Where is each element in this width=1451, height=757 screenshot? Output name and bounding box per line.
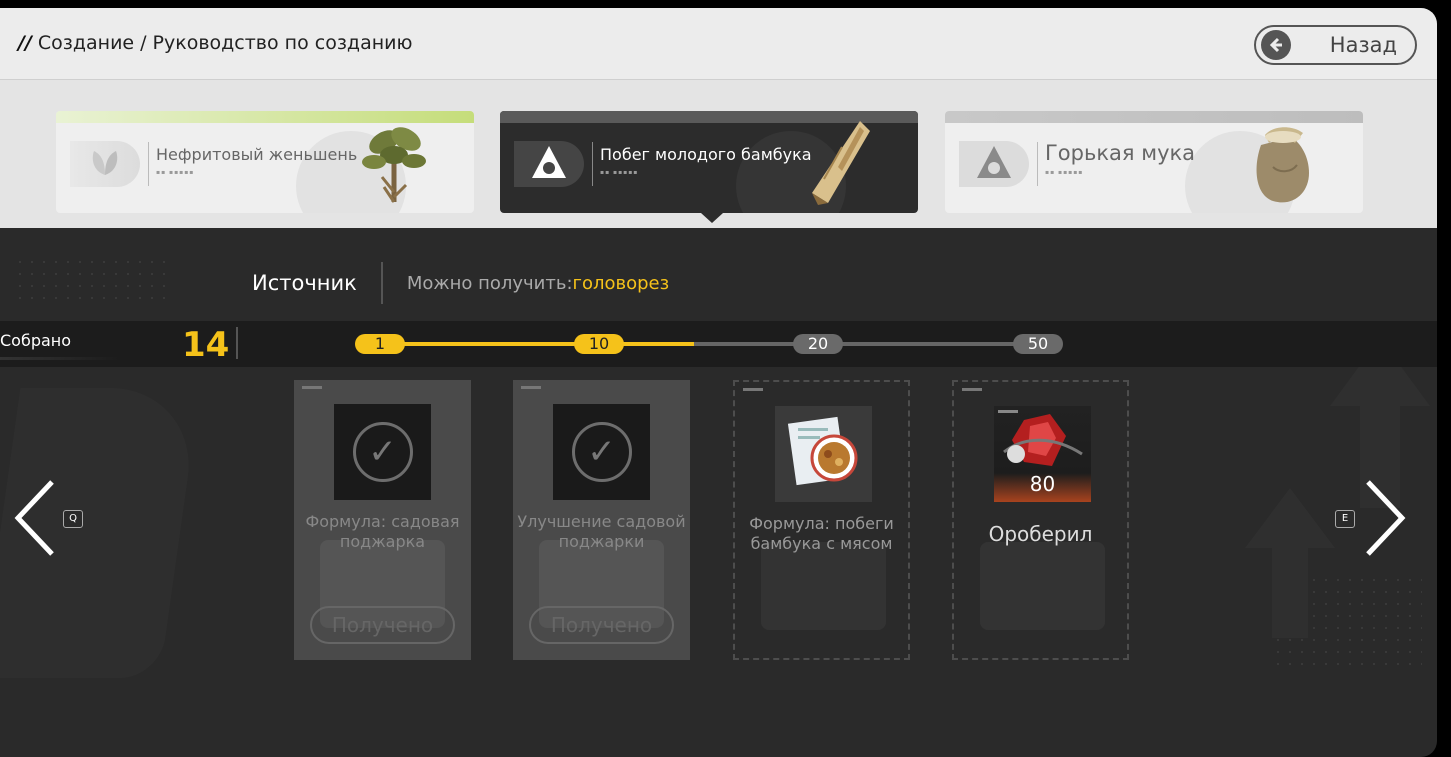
breadcrumb-section[interactable]: Создание xyxy=(38,32,134,54)
collection-progress-bar: Собрано 14 1 10 20 50 xyxy=(0,321,1437,367)
ingredient-type-badge xyxy=(959,141,1029,187)
leaf-icon xyxy=(88,147,122,181)
source-prefix: Можно получить: xyxy=(406,272,573,294)
back-button[interactable]: Назад xyxy=(1254,25,1417,65)
crafting-guide-panel: // Создание / Руководство по созданию На… xyxy=(0,8,1437,757)
recipe-thumbnail: ✓ xyxy=(334,404,431,500)
reward-tag xyxy=(521,386,541,389)
jade-ginseng-image xyxy=(354,117,434,207)
reward-title: Формула: садовая поджарка xyxy=(305,512,460,551)
reward-card[interactable]: ✓ Улучшение садовой поджарки Получено xyxy=(513,380,690,660)
recipe-scroll-icon xyxy=(787,416,857,486)
collected-underline xyxy=(0,357,120,360)
collected-count: 14 xyxy=(182,325,230,365)
back-arrow-icon xyxy=(1261,30,1291,60)
reward-amount: 80 xyxy=(1029,472,1056,496)
bamboo-shoot-image xyxy=(798,117,878,207)
reward-status-button[interactable]: Получено xyxy=(310,606,455,644)
milestone-marker: 50 xyxy=(1013,334,1063,354)
checkmark-icon: ✓ xyxy=(352,422,413,482)
ingredient-card-jade-ginseng[interactable]: Нефритовый женьшень ▪▪ ▪▪▪▪▪ xyxy=(56,111,474,213)
reward-title: Ороберил xyxy=(988,522,1093,546)
hexagon-icon xyxy=(529,144,569,184)
prev-hotkey-badge: Q xyxy=(63,510,83,528)
progress-track-empty xyxy=(694,342,1040,346)
source-row: Источник Можно получить: головорез xyxy=(252,262,669,304)
reward-ghost-decoration xyxy=(980,542,1105,630)
ingredient-card-bamboo-shoot[interactable]: Побег молодого бамбука ▪▪ ▪▪▪▪▪ xyxy=(500,111,918,213)
next-page-button[interactable] xyxy=(1362,478,1408,558)
checkmark-icon: ✓ xyxy=(571,422,632,482)
card-divider xyxy=(148,142,149,186)
reward-status-button[interactable]: Получено xyxy=(529,606,674,644)
milestone-marker: 10 xyxy=(574,334,624,354)
back-button-label: Назад xyxy=(1329,33,1397,57)
ingredient-type-badge xyxy=(514,141,584,187)
recipe-thumbnail xyxy=(775,406,872,502)
reward-tag xyxy=(962,388,982,391)
reward-card[interactable]: 80 Ороберил xyxy=(952,380,1129,660)
chevron-left-icon xyxy=(14,480,54,556)
ingredient-subtag: ▪▪ ▪▪▪▪▪ xyxy=(156,169,195,176)
card-divider xyxy=(592,142,593,186)
dot-grid-decoration xyxy=(14,256,174,308)
header-bar: // Создание / Руководство по созданию На… xyxy=(0,8,1437,80)
collected-label: Собрано xyxy=(0,331,72,350)
reward-tag xyxy=(743,388,763,391)
source-label: Источник xyxy=(252,271,357,295)
reward-card[interactable]: ✓ Формула: садовая поджарка Получено xyxy=(294,380,471,660)
hexagon-icon xyxy=(974,144,1014,184)
prev-page-button[interactable] xyxy=(12,478,58,558)
flour-sack-image xyxy=(1243,117,1323,207)
selected-card-pointer xyxy=(701,213,723,223)
reward-title: Улучшение садовой поджарки xyxy=(517,512,686,551)
reward-title: Формула: побеги бамбука с мясом xyxy=(749,514,894,553)
ingredient-subtag: ▪▪ ▪▪▪▪▪ xyxy=(1045,169,1084,176)
milestone-marker: 20 xyxy=(793,334,843,354)
source-divider xyxy=(380,262,383,304)
source-value: головорез xyxy=(572,272,670,294)
ingredient-type-badge xyxy=(70,141,140,187)
upgrade-thumbnail: ✓ xyxy=(553,404,650,500)
ingredient-name: Горькая мука xyxy=(1045,141,1196,165)
ingredient-name: Побег молодого бамбука xyxy=(600,145,812,164)
ingredient-strip: Нефритовый женьшень ▪▪ ▪▪▪▪▪ Побег молод… xyxy=(0,80,1437,228)
milestone-marker: 1 xyxy=(355,334,405,354)
chevron-right-icon xyxy=(1366,480,1406,556)
next-hotkey-badge: E xyxy=(1335,510,1355,528)
breadcrumb: // Создание / Руководство по созданию xyxy=(18,32,412,54)
breadcrumb-separator: / xyxy=(140,32,147,54)
ingredient-card-bitter-flour[interactable]: Горькая мука ▪▪ ▪▪▪▪▪ xyxy=(945,111,1363,213)
breadcrumb-prefix: // xyxy=(18,32,32,54)
reward-ghost-decoration xyxy=(761,542,886,630)
ingredient-name: Нефритовый женьшень xyxy=(156,145,358,164)
oroberyl-crystal-icon xyxy=(998,410,1083,466)
reward-tag xyxy=(302,386,322,389)
reward-card[interactable]: Формула: побеги бамбука с мясом xyxy=(733,380,910,660)
progress-track-filled xyxy=(378,342,694,346)
breadcrumb-page: Руководство по созданию xyxy=(152,32,413,54)
card-divider xyxy=(1037,142,1038,186)
ingredient-subtag: ▪▪ ▪▪▪▪▪ xyxy=(600,169,639,176)
count-divider xyxy=(236,327,238,359)
